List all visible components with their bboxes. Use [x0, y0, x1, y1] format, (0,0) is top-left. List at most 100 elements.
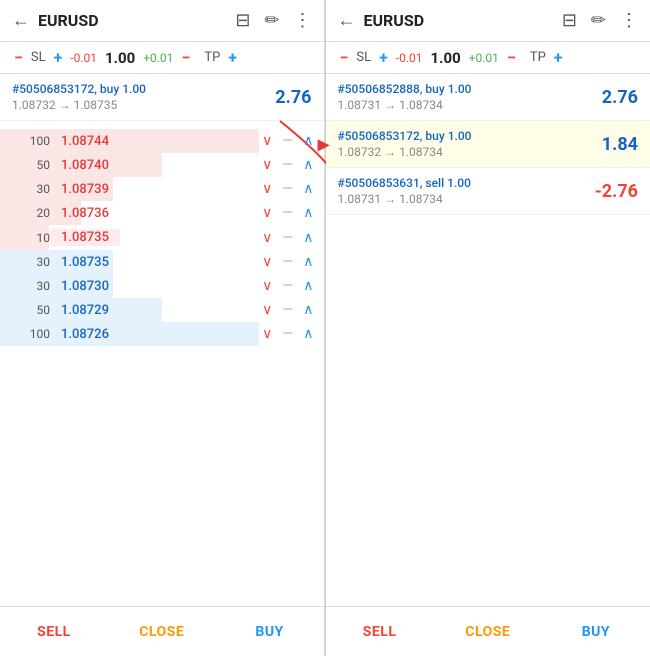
right-tp-minus[interactable]: −	[503, 48, 520, 67]
sell-price-2: 1.08739	[50, 182, 120, 197]
left-back-button[interactable]: ←	[12, 10, 30, 31]
left-edit-icon[interactable]: ✏	[264, 10, 279, 31]
buy-up-3[interactable]: ∧	[303, 326, 313, 342]
right-sl-offset-neg: -0.01	[396, 51, 423, 65]
right-tp-plus[interactable]: +	[550, 48, 567, 67]
right-sl-offset-pos: +0.01	[469, 51, 499, 65]
sell-up-4[interactable]: ∧	[303, 230, 313, 246]
right-trade-row-0[interactable]: #50506852888, buy 1.00 1.08731 → 1.08734…	[326, 74, 650, 121]
left-header: ← EURUSD ⊟ ✏ ⋮	[0, 0, 324, 42]
sell-down-2[interactable]: ∨	[262, 181, 272, 197]
right-sl-plus[interactable]: +	[375, 48, 392, 67]
left-bottom-bar: SELL CLOSE BUY	[0, 606, 324, 656]
right-spacer	[326, 215, 650, 606]
left-close-button[interactable]: CLOSE	[108, 607, 216, 656]
order-row-buy-1: 30 1.08730 ∨ — ∧	[0, 274, 324, 298]
left-sl-offset-neg: -0.01	[70, 51, 97, 65]
right-trade-rate-2: 1.08731 → 1.08734	[338, 192, 595, 206]
buy-vol-3: 100	[10, 327, 50, 341]
order-row-sell-1: 50 1.08740 ∨ — ∧	[0, 153, 324, 177]
right-panel-title: EURUSD	[364, 11, 554, 30]
left-sl-minus[interactable]: −	[10, 48, 27, 67]
left-sl-value: 1.00	[105, 49, 135, 67]
sell-dash-3: —	[282, 205, 293, 221]
buy-up-0[interactable]: ∧	[303, 254, 313, 270]
right-edit-icon[interactable]: ✏	[591, 10, 606, 31]
right-buy-button[interactable]: BUY	[542, 607, 650, 656]
sell-up-1[interactable]: ∧	[303, 157, 313, 173]
right-sl-value: 1.00	[431, 49, 461, 67]
right-more-icon[interactable]: ⋮	[620, 10, 638, 31]
left-sl-offset-pos: +0.01	[143, 51, 173, 65]
order-row-buy-2: 50 1.08729 ∨ — ∧	[0, 298, 324, 322]
left-buy-button[interactable]: BUY	[216, 607, 324, 656]
left-sell-button[interactable]: SELL	[0, 607, 108, 656]
buy-price-0: 1.08735	[50, 255, 120, 270]
right-trade-rate-1: 1.08732 → 1.08734	[338, 145, 602, 159]
sell-vol-2: 30	[10, 182, 50, 196]
left-panel: ← EURUSD ⊟ ✏ ⋮ − SL + -0.01 1.00 +0.01 −…	[0, 0, 325, 656]
sell-down-4[interactable]: ∨	[262, 230, 272, 246]
sell-dash-0: —	[282, 133, 293, 149]
right-trade-info-2: #50506853631, sell 1.00 1.08731 → 1.0873…	[338, 176, 595, 206]
sell-up-3[interactable]: ∧	[303, 205, 313, 221]
sell-price-1: 1.08740	[50, 158, 120, 173]
left-sl-tp-bar: − SL + -0.01 1.00 +0.01 − TP +	[0, 42, 324, 74]
sell-up-2[interactable]: ∧	[303, 181, 313, 197]
buy-down-1[interactable]: ∨	[262, 278, 272, 294]
right-trade-rate-0: 1.08731 → 1.08734	[338, 98, 602, 112]
right-tp-label: TP	[530, 50, 546, 65]
right-database-icon[interactable]: ⊟	[562, 10, 577, 31]
right-close-button[interactable]: CLOSE	[434, 607, 542, 656]
sell-dash-1: —	[282, 157, 293, 173]
right-back-button[interactable]: ←	[338, 10, 356, 31]
right-header-icons: ⊟ ✏ ⋮	[562, 10, 638, 31]
right-trade-info-0: #50506852888, buy 1.00 1.08731 → 1.08734	[338, 82, 602, 112]
buy-vol-0: 30	[10, 255, 50, 269]
right-sl-label: SL	[356, 50, 371, 65]
sell-price-3: 1.08736	[50, 206, 120, 221]
sell-down-1[interactable]: ∨	[262, 157, 272, 173]
right-trade-row-2[interactable]: #50506853631, sell 1.00 1.08731 → 1.0873…	[326, 168, 650, 215]
left-more-icon[interactable]: ⋮	[294, 10, 312, 31]
order-row-sell-4: 10 1.08735 ∨ — ∧	[0, 225, 324, 250]
right-trade-info-1: #50506853172, buy 1.00 1.08732 → 1.08734	[338, 129, 602, 159]
left-database-icon[interactable]: ⊟	[235, 10, 250, 31]
buy-down-3[interactable]: ∨	[262, 326, 272, 342]
buy-down-0[interactable]: ∨	[262, 254, 272, 270]
left-trade-id-0: #50506853172, buy 1.00	[12, 82, 275, 96]
buy-vol-2: 50	[10, 303, 50, 317]
buy-price-1: 1.08730	[50, 279, 120, 294]
left-sl-label: SL	[31, 50, 46, 65]
sell-up-0[interactable]: ∧	[303, 133, 313, 149]
buy-up-2[interactable]: ∧	[303, 302, 313, 318]
left-tp-plus[interactable]: +	[224, 48, 241, 67]
buy-vol-1: 30	[10, 279, 50, 293]
right-sell-button[interactable]: SELL	[326, 607, 434, 656]
sell-vol-0: 100	[10, 134, 50, 148]
sell-dash-2: —	[282, 181, 293, 197]
sell-vol-4: 10	[10, 231, 50, 245]
buy-dash-3: —	[282, 326, 293, 342]
left-tp-label: TP	[204, 50, 220, 65]
right-sl-minus[interactable]: −	[336, 48, 353, 67]
right-trade-pnl-1: 1.84	[602, 134, 638, 155]
left-panel-title: EURUSD	[38, 11, 227, 30]
left-tp-minus[interactable]: −	[177, 48, 194, 67]
buy-up-1[interactable]: ∧	[303, 278, 313, 294]
order-row-sell-2: 30 1.08739 ∨ — ∧	[0, 177, 324, 201]
right-trade-id-0: #50506852888, buy 1.00	[338, 82, 602, 96]
right-trade-id-2: #50506853631, sell 1.00	[338, 176, 595, 190]
right-trade-row-1[interactable]: ▶ #50506853172, buy 1.00 1.08732 → 1.087…	[326, 121, 650, 168]
buy-down-2[interactable]: ∨	[262, 302, 272, 318]
right-trade-pnl-0: 2.76	[602, 87, 638, 108]
left-sl-plus[interactable]: +	[50, 48, 67, 67]
right-bottom-bar: SELL CLOSE BUY	[326, 606, 650, 656]
sell-down-3[interactable]: ∨	[262, 205, 272, 221]
buy-dash-1: —	[282, 278, 293, 294]
sell-down-0[interactable]: ∨	[262, 133, 272, 149]
buy-dash-2: —	[282, 302, 293, 318]
right-panel: ← EURUSD ⊟ ✏ ⋮ − SL + -0.01 1.00 +0.01 −…	[326, 0, 650, 656]
right-header: ← EURUSD ⊟ ✏ ⋮	[326, 0, 650, 42]
order-row-buy-0: 30 1.08735 ∨ — ∧	[0, 250, 324, 274]
